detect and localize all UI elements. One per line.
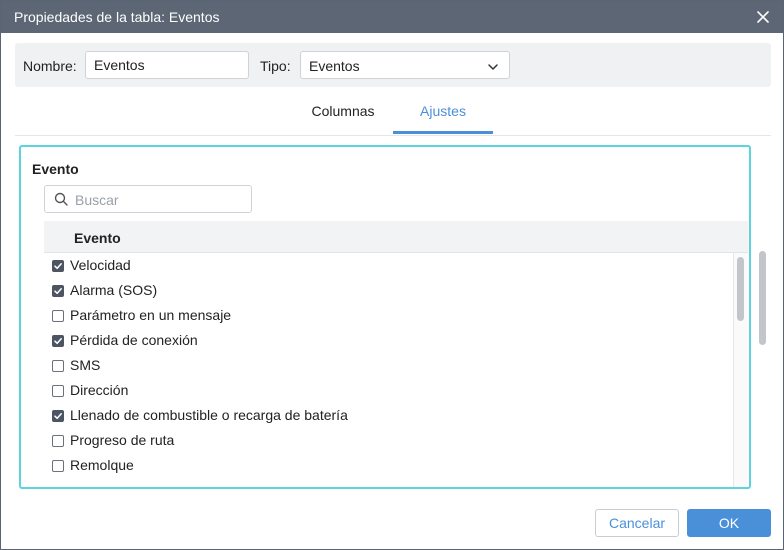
list-item[interactable]: Velocidad xyxy=(44,253,732,278)
event-rows: Velocidad Alarma (SOS) Parámetro en un men… xyxy=(44,253,732,487)
checkbox-checked[interactable] xyxy=(52,410,64,422)
list-item-label: SMS xyxy=(70,357,101,373)
list-item-label: Dirección xyxy=(70,382,129,398)
search-icon xyxy=(54,192,68,206)
list-item-label: Parámetro en un mensaje xyxy=(70,307,232,323)
event-settings-panel: Evento Evento Velocidad Alarma (SOS) Parám… xyxy=(19,145,751,489)
tab-bar: Columnas Ajustes xyxy=(1,97,783,135)
list-item-label: Alarma (SOS) xyxy=(70,282,158,298)
type-select-value: Eventos xyxy=(309,58,360,74)
section-title: Evento xyxy=(32,161,79,177)
dialog-scrollbar[interactable] xyxy=(755,145,769,489)
checkbox-unchecked[interactable] xyxy=(52,460,64,472)
table-header-panel: Nombre: Tipo: Eventos xyxy=(15,43,771,87)
list-item[interactable]: Dirección xyxy=(44,378,732,403)
close-icon[interactable] xyxy=(753,7,773,27)
checkbox-checked[interactable] xyxy=(52,285,64,297)
table-header: Evento xyxy=(44,221,748,253)
dialog-titlebar: Propiedades de la tabla: Eventos xyxy=(1,1,783,33)
list-item[interactable]: Pérdida de conexión xyxy=(44,328,732,353)
list-item[interactable]: Alarma (SOS) xyxy=(44,278,732,303)
checkbox-checked[interactable] xyxy=(52,335,64,347)
list-item-label: Velocidad xyxy=(70,257,131,273)
ok-button[interactable]: OK xyxy=(687,509,771,537)
checkbox-checked[interactable] xyxy=(52,260,64,272)
list-item-label: Llenado de combustible o recarga de bate… xyxy=(70,407,348,423)
list-scrollbar[interactable] xyxy=(733,253,747,487)
type-select[interactable]: Eventos xyxy=(300,51,510,79)
checkbox-unchecked[interactable] xyxy=(52,435,64,447)
list-item-label: Remolque xyxy=(70,457,134,473)
list-item-label: Progreso de ruta xyxy=(70,432,175,448)
name-input[interactable] xyxy=(85,51,249,79)
type-label: Tipo: xyxy=(260,58,291,74)
checkbox-unchecked[interactable] xyxy=(52,360,64,372)
list-item[interactable]: Remolque xyxy=(44,453,732,478)
chevron-down-icon xyxy=(487,60,499,72)
dialog-scrollbar-thumb[interactable] xyxy=(759,251,766,345)
list-scrollbar-thumb[interactable] xyxy=(737,257,744,321)
list-item-label: Pérdida de conexión xyxy=(70,332,198,348)
list-item[interactable]: SMS xyxy=(44,353,732,378)
table-properties-dialog: Propiedades de la tabla: Eventos Nombre:… xyxy=(0,0,784,550)
list-item[interactable]: Parámetro en un mensaje xyxy=(44,303,732,328)
dialog-title: Propiedades de la tabla: Eventos xyxy=(14,9,220,25)
list-item[interactable]: Llenado de combustible o recarga de bate… xyxy=(44,403,732,428)
tabs-divider xyxy=(15,135,771,136)
column-header-evento: Evento xyxy=(74,230,121,246)
active-tab-indicator xyxy=(393,131,493,134)
list-item[interactable]: Progreso de ruta xyxy=(44,428,732,453)
search-box xyxy=(44,185,252,213)
name-label: Nombre: xyxy=(23,58,77,74)
tab-ajustes[interactable]: Ajustes xyxy=(393,103,493,119)
cancel-button[interactable]: Cancelar xyxy=(595,509,679,537)
tab-columnas[interactable]: Columnas xyxy=(295,103,391,119)
checkbox-unchecked[interactable] xyxy=(52,310,64,322)
search-input[interactable] xyxy=(75,190,245,210)
checkbox-unchecked[interactable] xyxy=(52,385,64,397)
events-table: Evento Velocidad Alarma (SOS) Parámetro en… xyxy=(44,221,748,487)
